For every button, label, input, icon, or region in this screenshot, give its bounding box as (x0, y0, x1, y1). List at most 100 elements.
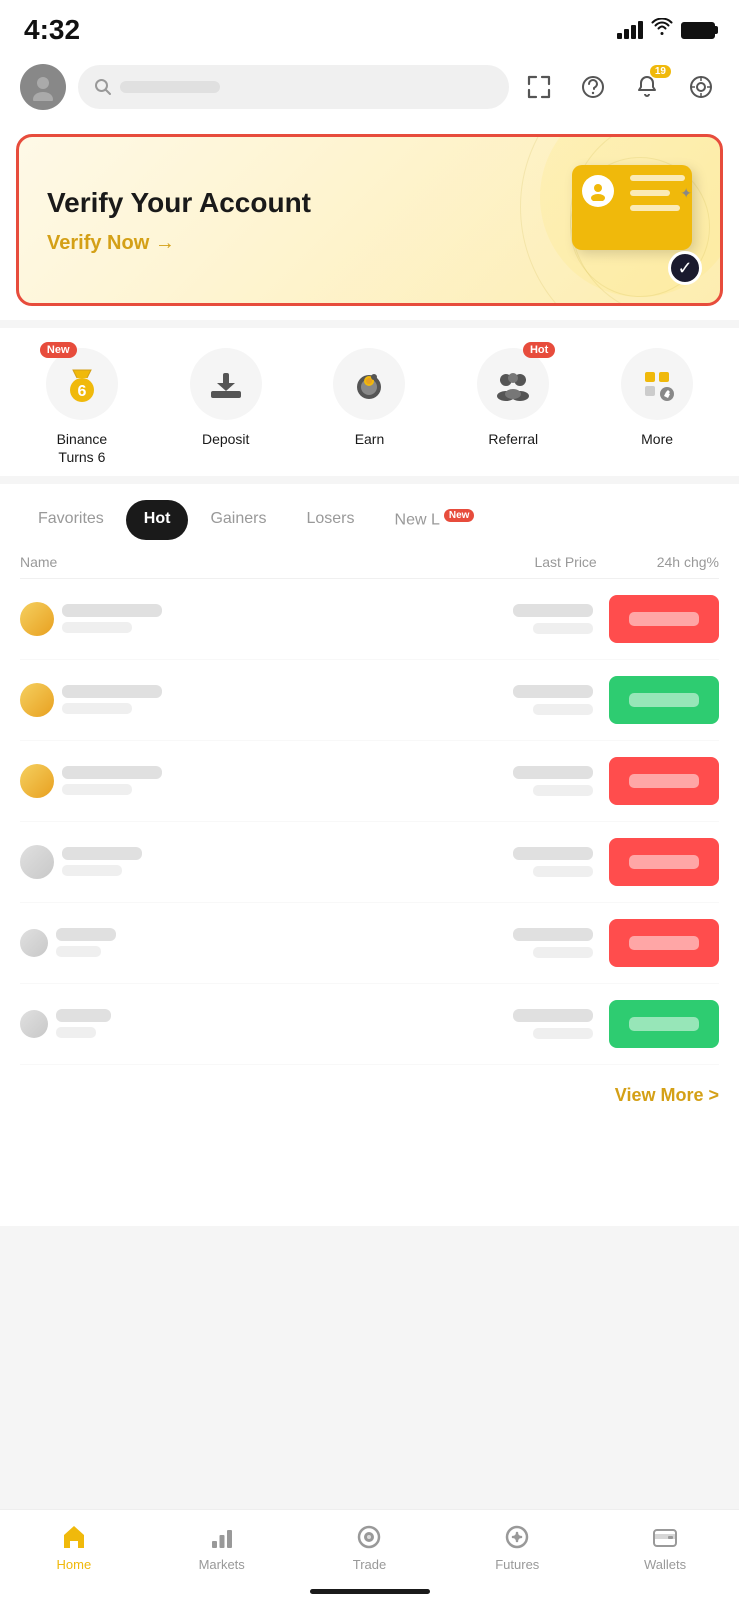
expand-button[interactable] (521, 69, 557, 105)
sparkle-icon-2: ✦ (680, 185, 692, 202)
coin-icon (20, 602, 54, 636)
action-binance6[interactable]: New 6 BinanceTurns 6 (27, 348, 137, 466)
nav-item-futures[interactable]: Futures (467, 1522, 567, 1572)
action-icon-referral: Hot (477, 348, 549, 420)
tab-hot[interactable]: Hot (126, 500, 189, 539)
action-icon-more (621, 348, 693, 420)
tab-losers[interactable]: Losers (288, 500, 372, 539)
notification-badge: 19 (650, 65, 671, 78)
quick-actions: New 6 BinanceTurns 6 Deposit (0, 328, 739, 476)
verify-link[interactable]: Verify Now → (47, 232, 311, 255)
action-icon-binance6: New 6 (46, 348, 118, 420)
action-label-more: More (641, 430, 673, 448)
action-more[interactable]: More (602, 348, 712, 448)
tab-gainers[interactable]: Gainers (192, 500, 284, 539)
coin-icon (20, 683, 54, 717)
change-col (609, 1000, 719, 1048)
action-label-earn: Earn (355, 430, 385, 448)
action-earn[interactable]: Earn (314, 348, 424, 448)
table-row[interactable] (20, 579, 719, 660)
price-col (513, 685, 593, 715)
nav-item-wallets[interactable]: Wallets (615, 1522, 715, 1572)
banner-image: ✦ ✓ ✦ (552, 165, 692, 275)
col-name: Name (20, 554, 57, 570)
search-icon (94, 78, 112, 96)
market-table: Name Last Price 24h chg% (0, 540, 739, 1065)
price-col (513, 604, 593, 634)
coin-icon (20, 929, 48, 957)
wifi-icon (651, 18, 673, 42)
table-row[interactable] (20, 822, 719, 903)
status-time: 4:32 (24, 14, 80, 46)
coin-icon (20, 764, 54, 798)
table-row[interactable] (20, 741, 719, 822)
signal-icon (617, 21, 643, 39)
hot-badge: Hot (523, 342, 555, 358)
action-label-deposit: Deposit (202, 430, 249, 448)
top-nav: 19 (0, 54, 739, 120)
market-name-col (20, 683, 513, 717)
search-bar[interactable] (78, 65, 509, 109)
view-more-section: View More > (0, 1065, 739, 1126)
col-last-price: Last Price (534, 554, 596, 570)
futures-icon (502, 1522, 532, 1552)
market-header: Name Last Price 24h chg% (20, 540, 719, 579)
action-label-referral: Referral (488, 430, 538, 448)
status-icons (617, 18, 715, 42)
battery-icon (681, 22, 715, 39)
banner-title: Verify Your Account (47, 185, 311, 221)
wallets-icon (650, 1522, 680, 1552)
change-col (609, 838, 719, 886)
home-icon (59, 1522, 89, 1552)
nav-item-markets[interactable]: Markets (172, 1522, 272, 1572)
price-col (513, 1009, 593, 1039)
tab-favorites[interactable]: Favorites (20, 500, 122, 539)
table-row[interactable] (20, 660, 719, 741)
change-col (609, 919, 719, 967)
svg-text:6: 6 (77, 383, 86, 400)
market-name-col (20, 928, 513, 957)
table-row[interactable] (20, 903, 719, 984)
price-col (513, 928, 593, 958)
action-referral[interactable]: Hot Referral (458, 348, 568, 448)
price-col (513, 847, 593, 877)
market-name-col (20, 764, 513, 798)
col-change: 24h chg% (657, 554, 719, 570)
coin-icon (20, 1010, 48, 1038)
market-name-col (20, 602, 513, 636)
hero-banner[interactable]: Verify Your Account Verify Now → ✦ (16, 134, 723, 306)
market-name-col (20, 1009, 513, 1038)
checkmark-icon: ✓ (668, 251, 702, 285)
action-label-binance6: BinanceTurns 6 (57, 430, 108, 466)
table-row[interactable] (20, 984, 719, 1065)
change-col (609, 757, 719, 805)
bottom-nav: Home Markets Trade (0, 1509, 739, 1600)
action-icon-deposit (190, 348, 262, 420)
new-badge: New (40, 342, 77, 358)
status-bar: 4:32 (0, 0, 739, 54)
market-section: Favorites Hot Gainers Losers New LNew Na… (0, 484, 739, 1225)
action-deposit[interactable]: Deposit (171, 348, 281, 448)
hero-banner-wrapper: Verify Your Account Verify Now → ✦ (0, 120, 739, 320)
notifications-button[interactable]: 19 (629, 69, 665, 105)
price-col (513, 766, 593, 796)
change-col (609, 676, 719, 724)
market-name-col (20, 845, 513, 879)
search-placeholder (120, 81, 220, 93)
tab-new[interactable]: New LNew (377, 500, 493, 539)
new-tab-badge: New (444, 509, 475, 522)
nav-icons: 19 (521, 69, 719, 105)
markets-icon (207, 1522, 237, 1552)
action-icon-earn (333, 348, 405, 420)
nav-item-home[interactable]: Home (24, 1522, 124, 1572)
avatar[interactable] (20, 64, 66, 110)
market-tabs: Favorites Hot Gainers Losers New LNew (0, 484, 739, 539)
wallet-nav-button[interactable] (683, 69, 719, 105)
coin-icon (20, 845, 54, 879)
nav-label-trade: Trade (353, 1557, 386, 1572)
home-indicator (310, 1589, 430, 1594)
view-more-button[interactable]: View More > (615, 1085, 719, 1105)
nav-item-trade[interactable]: Trade (319, 1522, 419, 1572)
trade-icon (354, 1522, 384, 1552)
support-button[interactable] (575, 69, 611, 105)
